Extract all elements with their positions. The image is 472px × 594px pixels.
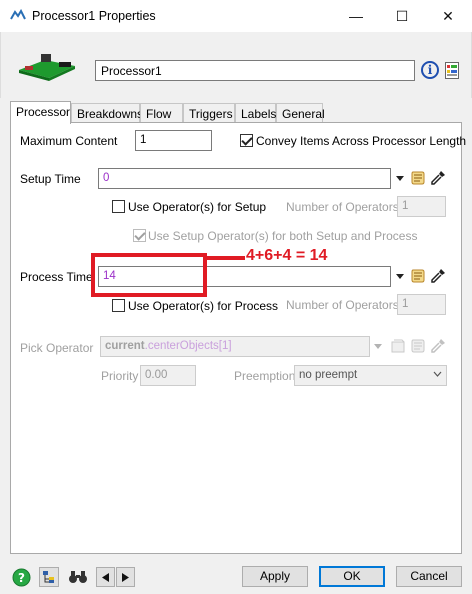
annotation-highlight-box (91, 253, 207, 297)
previous-button[interactable] (96, 567, 115, 587)
template-icon[interactable] (390, 338, 406, 354)
process-time-dropdown-icon[interactable] (396, 274, 404, 279)
next-button[interactable] (116, 567, 135, 587)
setup-time-label: Setup Time (20, 172, 81, 186)
find-button[interactable] (68, 567, 88, 587)
pick-operator-dropdown-icon[interactable] (374, 344, 382, 349)
setup-time-dropdown-icon[interactable] (396, 176, 404, 181)
tab-processor[interactable]: Processor (10, 101, 71, 124)
pick-operator-keyword: current (105, 340, 145, 352)
pick-operator-expression: .centerObjects[1] (144, 340, 232, 352)
use-operators-process-label: Use Operator(s) for Process (128, 299, 279, 313)
eyedropper-icon[interactable] (430, 268, 446, 284)
binoculars-icon (69, 571, 87, 583)
use-operators-setup-label: Use Operator(s) for Setup (128, 200, 267, 214)
process-time-label: Process Time (20, 270, 93, 284)
setup-num-operators-label: Number of Operators (286, 200, 399, 214)
object-name-input[interactable] (95, 60, 415, 81)
convey-items-checkbox[interactable] (240, 134, 253, 147)
convey-items-label: Convey Items Across Processor Length (256, 134, 467, 148)
window-title: Processor1 Properties (32, 9, 156, 23)
cancel-button[interactable]: Cancel (396, 566, 462, 587)
preemption-label: Preemption (234, 369, 296, 383)
use-operators-process-checkbox[interactable] (112, 299, 125, 312)
eyedropper-icon[interactable] (430, 338, 446, 354)
apply-button[interactable]: Apply (242, 566, 308, 587)
tree-view-button[interactable] (39, 567, 59, 587)
maximize-button[interactable]: ☐ (379, 0, 425, 32)
tab-triggers[interactable]: Triggers (183, 103, 235, 123)
ok-button[interactable]: OK (319, 566, 385, 587)
info-icon[interactable]: i (421, 61, 439, 79)
priority-label: Priority (101, 369, 139, 383)
title-bar: Processor1 Properties — ☐ ✕ (0, 0, 472, 32)
processor-object-icon (19, 54, 75, 81)
pick-operator-input[interactable]: current.centerObjects[1] (100, 336, 370, 357)
setup-time-input[interactable]: 0 (98, 168, 391, 189)
setup-num-operators-input[interactable]: 1 (397, 196, 446, 217)
properties-header: i (0, 32, 472, 98)
tab-labels[interactable]: Labels (235, 103, 276, 123)
tab-breakdowns[interactable]: Breakdowns (71, 103, 143, 123)
priority-input[interactable]: 0.00 (140, 365, 196, 386)
process-num-operators-label: Number of Operators (286, 298, 399, 312)
use-operators-setup-checkbox[interactable] (112, 200, 125, 213)
eyedropper-icon[interactable] (430, 170, 446, 186)
script-edit-icon[interactable] (410, 338, 426, 354)
triangle-left-icon (102, 573, 109, 582)
preemption-value: no preempt (299, 369, 358, 381)
script-edit-icon[interactable] (410, 268, 426, 284)
properties-table-icon[interactable] (445, 62, 459, 79)
tab-general[interactable]: General (276, 103, 325, 123)
preemption-select[interactable]: no preempt (294, 365, 447, 386)
annotation-pointer-line (207, 256, 245, 260)
flexsim-logo-icon (10, 9, 26, 20)
use-setup-both-checkbox[interactable] (133, 229, 146, 242)
svg-text:?: ? (18, 571, 25, 585)
dialog-footer: ? Apply OK Cancel (0, 560, 472, 594)
max-content-label: Maximum Content (20, 134, 118, 148)
max-content-input[interactable]: 1 (135, 130, 212, 151)
tab-flow[interactable]: Flow (140, 103, 183, 123)
use-setup-both-label: Use Setup Operator(s) for both Setup and… (148, 229, 418, 243)
triangle-right-icon (122, 573, 129, 582)
minimize-button[interactable]: — (333, 0, 379, 32)
tree-view-icon (43, 571, 54, 583)
pick-operator-label: Pick Operator (20, 341, 94, 355)
script-edit-icon[interactable] (410, 170, 426, 186)
process-num-operators-input[interactable]: 1 (397, 294, 446, 315)
help-icon[interactable]: ? (12, 568, 31, 587)
annotation-text: 4+6+4 = 14 (246, 247, 328, 264)
close-button[interactable]: ✕ (425, 0, 471, 32)
chevron-down-icon (433, 371, 442, 377)
